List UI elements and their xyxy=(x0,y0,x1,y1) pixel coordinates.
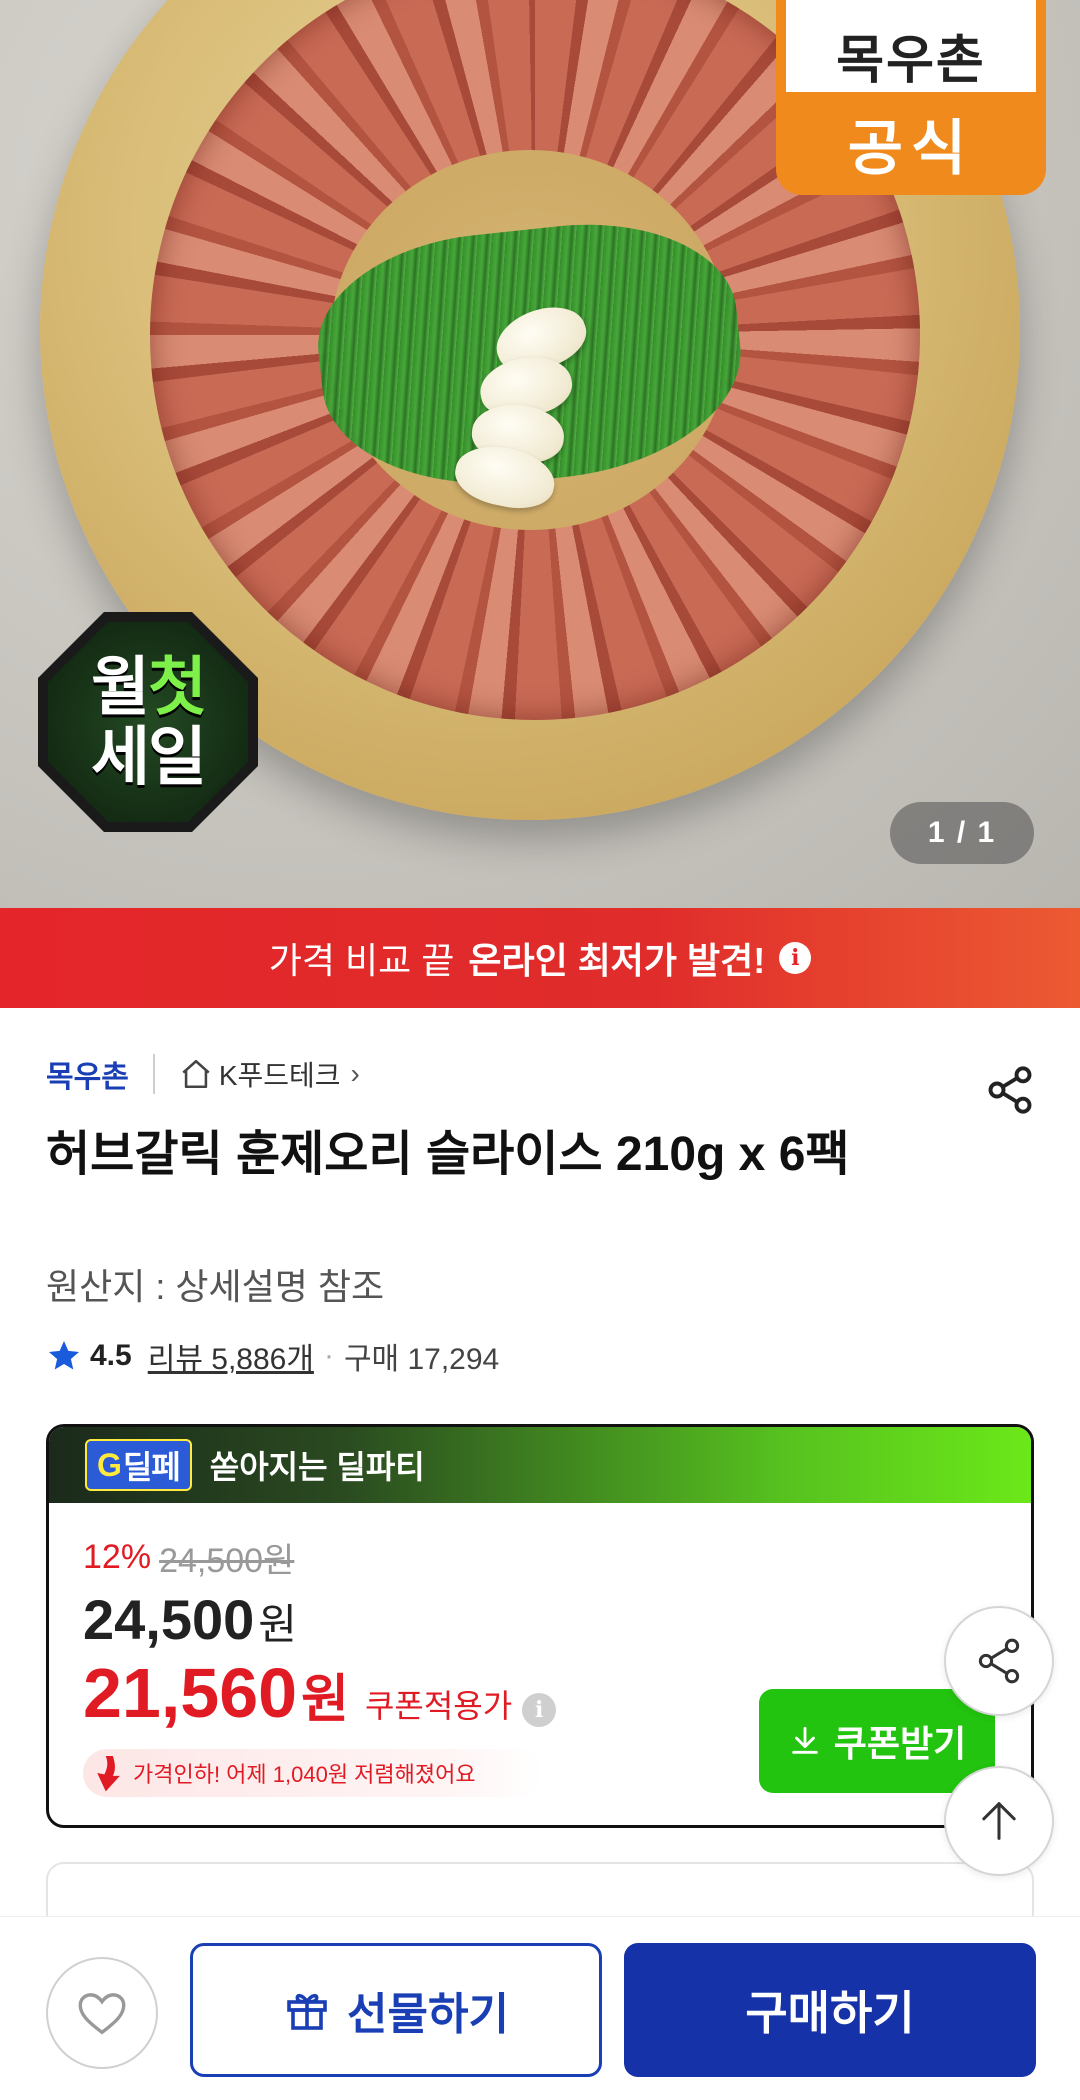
get-coupon-label: 쿠폰받기 xyxy=(833,1723,967,1764)
store-link[interactable]: K푸드테크 › xyxy=(179,1054,360,1094)
gift-button[interactable]: 선물하기 xyxy=(190,1943,602,2077)
price-unit: 원 xyxy=(258,1601,297,1648)
gdeal-logo-text: 딜페 xyxy=(122,1449,181,1485)
lowest-price-banner[interactable]: 가격 비교 끝 온라인 최저가 발견! i xyxy=(0,908,1080,1008)
gdeal-logo-g: G xyxy=(97,1446,122,1483)
sale-badge-char-highlight: 첫 xyxy=(148,651,207,723)
sale-price: 24,500원 xyxy=(83,1587,297,1652)
share-icon xyxy=(978,1638,1020,1684)
gift-label: 선물하기 xyxy=(347,1990,509,2039)
wishlist-button[interactable] xyxy=(46,1957,158,2069)
image-pager: 1 / 1 xyxy=(890,802,1034,864)
get-coupon-button[interactable]: 쿠폰받기 xyxy=(759,1689,995,1793)
rating-row: 4.5 리뷰 5,886개 · 구매 17,294 xyxy=(46,1332,499,1380)
scroll-to-top-button[interactable] xyxy=(944,1766,1054,1876)
sale-badge-line2: 세일 xyxy=(91,721,207,793)
store-name: K푸드테크 xyxy=(218,1060,341,1091)
info-icon[interactable]: i xyxy=(522,1693,557,1727)
coupon-price-value: 21,560 xyxy=(83,1654,298,1732)
sale-badge-char: 월 xyxy=(91,651,150,723)
monthly-sale-badge: 월첫 세일 xyxy=(38,612,258,832)
heart-icon xyxy=(78,1993,126,2035)
deal-header-text: 쏟아지는 딜파티 xyxy=(209,1449,425,1485)
product-image[interactable]: 목우촌 공식 월첫 세일 1 / 1 xyxy=(0,0,1080,908)
original-price: 24,500원 xyxy=(159,1542,295,1580)
deal-header: G 딜페 쏟아지는 딜파티 xyxy=(49,1427,1031,1503)
seller-row: 목우촌 K푸드테크 › xyxy=(46,1052,360,1096)
banner-strong-text: 온라인 최저가 발견! xyxy=(468,940,766,981)
deal-card: G 딜페 쏟아지는 딜파티 12% 24,500원 24,500원 21,560원… xyxy=(46,1424,1034,1828)
price-drop-text: 가격인하! 어제 1,040원 저렴해졌어요 xyxy=(133,1762,476,1787)
discount-row: 12% 24,500원 xyxy=(83,1533,294,1582)
coupon-price-row: 21,560원 쿠폰적용가 i xyxy=(83,1653,557,1733)
rating-value: 4.5 xyxy=(90,1339,132,1372)
info-icon[interactable]: i xyxy=(779,942,812,974)
sale-price-value: 24,500 xyxy=(83,1588,255,1651)
product-origin: 원산지 : 상세설명 참조 xyxy=(46,1266,385,1307)
bottom-action-bar: 선물하기 구매하기 xyxy=(0,1916,1080,2100)
home-icon xyxy=(182,1059,210,1089)
sale-badge-line1: 월첫 xyxy=(91,651,207,723)
banner-text: 가격 비교 끝 xyxy=(268,940,455,981)
separator-dot: · xyxy=(323,1339,334,1372)
star-icon xyxy=(49,1341,79,1370)
floating-share-button[interactable] xyxy=(944,1606,1054,1716)
brand-link[interactable]: 목우촌 xyxy=(46,1052,129,1096)
gift-icon xyxy=(287,1993,327,2030)
official-badge-label: 공식 xyxy=(776,92,1046,195)
coupon-price-label: 쿠폰적용가 xyxy=(364,1688,513,1724)
chevron-right-icon: › xyxy=(350,1058,360,1089)
purchase-count: 구매 17,294 xyxy=(343,1343,500,1376)
arrow-down-icon xyxy=(97,1756,120,1792)
coupon-price: 21,560원 xyxy=(83,1653,349,1733)
divider xyxy=(152,1054,155,1094)
download-icon xyxy=(792,1726,818,1754)
arrow-up-icon xyxy=(982,1802,1016,1840)
official-store-badge: 목우촌 공식 xyxy=(776,0,1046,195)
review-link[interactable]: 리뷰 5,886개 xyxy=(148,1334,314,1378)
price-drop-notice: 가격인하! 어제 1,040원 저렴해졌어요 xyxy=(83,1749,543,1797)
product-title: 허브갈릭 훈제오리 슬라이스 210g x 6팩 xyxy=(46,1128,850,1181)
share-icon[interactable] xyxy=(984,1064,1036,1116)
discount-percent: 12% xyxy=(83,1538,152,1576)
price-unit: 원 xyxy=(301,1671,349,1729)
buy-button[interactable]: 구매하기 xyxy=(624,1943,1036,2077)
gdeal-logo: G 딜페 xyxy=(85,1439,192,1491)
